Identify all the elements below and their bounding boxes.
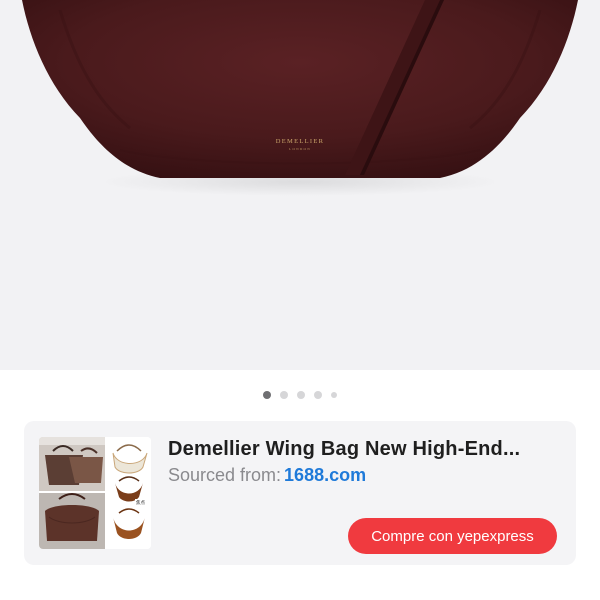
buy-with-yepexpress-button[interactable]: Compre con yepexpress [348,518,557,554]
carousel-indicator[interactable] [0,388,600,402]
carousel-dot-4[interactable] [314,391,322,399]
carousel-dot-2[interactable] [280,391,288,399]
carousel-dot-1[interactable] [263,391,271,399]
sourced-label: Sourced from: [168,465,282,485]
product-collage-icon: 焦点 [39,437,151,549]
product-title[interactable]: Demellier Wing Bag New High-End... [168,438,564,461]
source-line: Sourced from: 1688.com [168,465,366,486]
product-image[interactable]: DEMELLIER LONDON [0,0,600,370]
bag-photo-icon [22,0,578,196]
carousel-dot-3[interactable] [297,391,305,399]
brand-mark: DEMELLIER [275,138,325,145]
carousel-dot-5[interactable] [331,392,337,398]
brand-subtext: LONDON [289,147,311,151]
svg-text:焦点: 焦点 [136,499,145,506]
product-thumbnail[interactable]: 焦点 [39,437,151,549]
source-site-link[interactable]: 1688.com [284,465,366,485]
product-card[interactable]: 焦点 Demellier Wing Bag New High-End... So… [24,421,576,565]
